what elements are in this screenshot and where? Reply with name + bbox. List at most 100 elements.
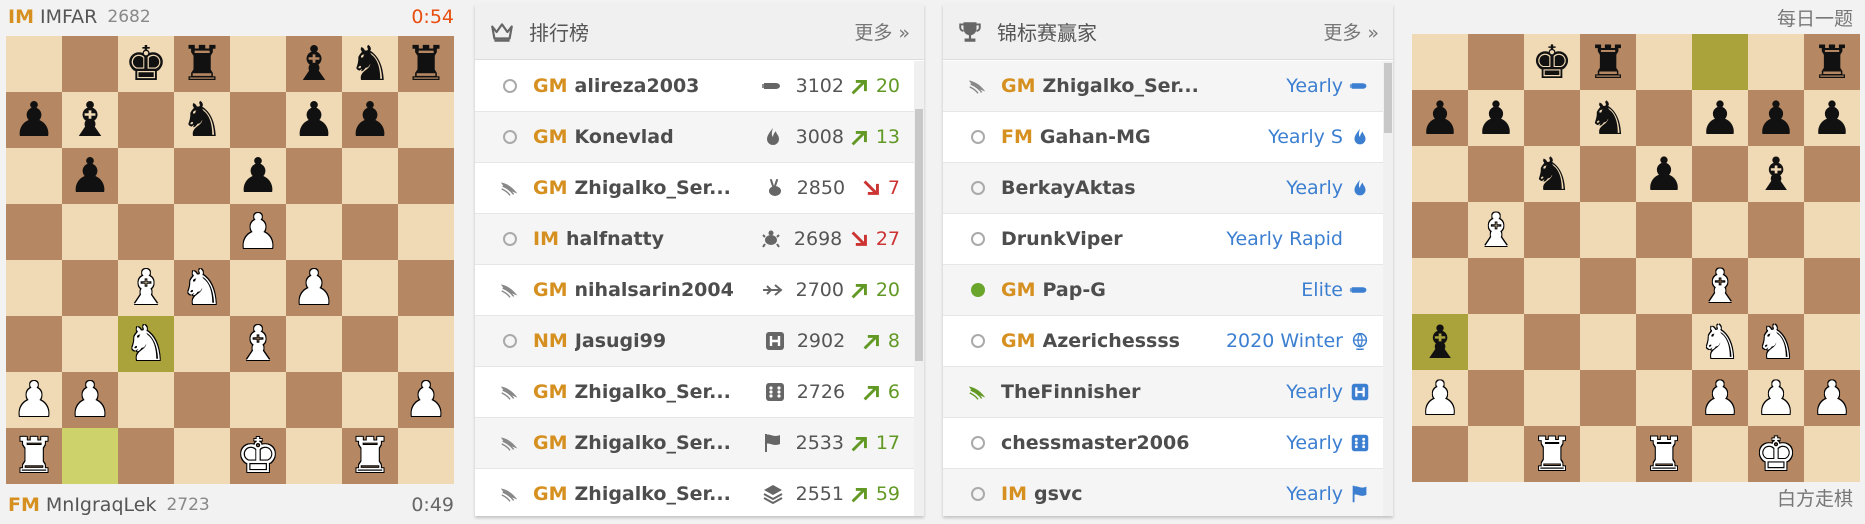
puzzle-board-square[interactable]: ♞ bbox=[1748, 314, 1804, 370]
leaderboard-more-link[interactable]: 更多 » bbox=[854, 18, 910, 45]
puzzle-board-square[interactable] bbox=[1412, 258, 1468, 314]
live-board-square[interactable]: ♟ bbox=[62, 372, 118, 428]
live-board-square[interactable]: ♞ bbox=[118, 316, 174, 372]
live-board-square[interactable]: ♟ bbox=[398, 372, 454, 428]
puzzle-board-square[interactable] bbox=[1636, 34, 1692, 90]
live-board-square[interactable]: ♞ bbox=[342, 36, 398, 92]
puzzle-board-square[interactable]: ♞ bbox=[1524, 146, 1580, 202]
live-board-square[interactable] bbox=[342, 148, 398, 204]
live-board-square[interactable] bbox=[398, 260, 454, 316]
black-knight-icon[interactable]: ♞ bbox=[348, 40, 391, 88]
live-board-square[interactable] bbox=[342, 316, 398, 372]
live-board-square[interactable] bbox=[398, 148, 454, 204]
leaderboard-row[interactable]: GM nihalsarin2004 2700 20 bbox=[475, 265, 914, 316]
puzzle-board-square[interactable] bbox=[1804, 314, 1860, 370]
white-pawn-icon[interactable]: ♟ bbox=[1755, 375, 1796, 421]
puzzle-board-square[interactable]: ♟ bbox=[1748, 90, 1804, 146]
white-king-icon[interactable]: ♚ bbox=[236, 432, 279, 480]
winner-row[interactable]: BerkayAktas Yearly bbox=[943, 163, 1383, 214]
live-board-square[interactable] bbox=[230, 92, 286, 148]
puzzle-board-square[interactable]: ♜ bbox=[1636, 426, 1692, 482]
black-pawn-icon[interactable]: ♟ bbox=[236, 152, 279, 200]
puzzle-board-square[interactable]: ♟ bbox=[1692, 370, 1748, 426]
live-board-square[interactable] bbox=[174, 372, 230, 428]
winner-row[interactable]: IM gsvc Yearly bbox=[943, 469, 1383, 516]
live-board-square[interactable] bbox=[62, 260, 118, 316]
white-bishop-icon[interactable]: ♝ bbox=[124, 264, 167, 312]
puzzle-board-square[interactable]: ♜ bbox=[1524, 426, 1580, 482]
black-king-icon[interactable]: ♚ bbox=[1531, 39, 1572, 85]
live-board-square[interactable]: ♟ bbox=[286, 92, 342, 148]
live-board-square[interactable] bbox=[174, 428, 230, 484]
live-board-square[interactable]: ♟ bbox=[6, 372, 62, 428]
puzzle-board-square[interactable] bbox=[1468, 426, 1524, 482]
black-rook-icon[interactable]: ♜ bbox=[180, 40, 223, 88]
puzzle-board-square[interactable] bbox=[1636, 314, 1692, 370]
live-board-square[interactable] bbox=[398, 428, 454, 484]
puzzle-board-square[interactable]: ♟ bbox=[1412, 90, 1468, 146]
live-board-square[interactable] bbox=[398, 316, 454, 372]
live-board-square[interactable] bbox=[62, 36, 118, 92]
live-board-square[interactable] bbox=[118, 372, 174, 428]
live-board-square[interactable]: ♝ bbox=[286, 36, 342, 92]
daily-puzzle[interactable]: 每日一题 ♚ ♜ ♜ ♟ ♟ ♞ ♟ ♟ ♟ ♞ ♟ ♝ ♝ ♝ ♝ ♞ ♞ ♟ ♟ ♟ ♟ ♜ ♜ ♚ 白方走棋 bbox=[1412, 0, 1865, 524]
black-king-icon[interactable]: ♚ bbox=[124, 40, 167, 88]
live-board-square[interactable] bbox=[118, 428, 174, 484]
puzzle-chessboard[interactable]: ♚ ♜ ♜ ♟ ♟ ♞ ♟ ♟ ♟ ♞ ♟ ♝ ♝ ♝ ♝ ♞ ♞ ♟ ♟ ♟ ♟ ♜ ♜ ♚ bbox=[1412, 34, 1860, 482]
player-name-link[interactable]: halfnatty bbox=[566, 228, 759, 250]
puzzle-board-square[interactable] bbox=[1468, 314, 1524, 370]
black-pawn-icon[interactable]: ♟ bbox=[12, 96, 55, 144]
winner-row[interactable]: FM Gahan-MG Yearly S bbox=[943, 112, 1383, 163]
player-name-link[interactable]: Zhigalko_Ser... bbox=[575, 177, 763, 199]
player-name-link[interactable]: TheFinnisher bbox=[1001, 381, 1141, 403]
leaderboard-scrollbar[interactable] bbox=[914, 61, 924, 516]
player-name-link[interactable]: Gahan-MG bbox=[1040, 126, 1151, 148]
live-board-square[interactable] bbox=[286, 148, 342, 204]
puzzle-board-square[interactable]: ♟ bbox=[1692, 90, 1748, 146]
leaderboard-row[interactable]: GM alireza2003 3102 20 bbox=[475, 61, 914, 112]
player-name-link[interactable]: gsvc bbox=[1034, 483, 1083, 505]
puzzle-board-square[interactable] bbox=[1636, 90, 1692, 146]
puzzle-board-square[interactable] bbox=[1580, 202, 1636, 258]
leaderboard-row[interactable]: GM Zhigalko_Ser... 2726 6 bbox=[475, 367, 914, 418]
black-bishop-icon[interactable]: ♝ bbox=[1755, 151, 1796, 197]
bottom-player-name[interactable]: MnIgraqLek bbox=[46, 494, 157, 516]
white-bishop-icon[interactable]: ♝ bbox=[1699, 263, 1740, 309]
black-bishop-icon[interactable]: ♝ bbox=[1419, 319, 1460, 365]
puzzle-board-square[interactable] bbox=[1580, 146, 1636, 202]
puzzle-board-square[interactable] bbox=[1524, 314, 1580, 370]
live-board-square[interactable] bbox=[118, 204, 174, 260]
scrollbar-thumb[interactable] bbox=[915, 109, 923, 361]
puzzle-board-square[interactable] bbox=[1804, 426, 1860, 482]
white-pawn-icon[interactable]: ♟ bbox=[1419, 375, 1460, 421]
puzzle-board-square[interactable] bbox=[1468, 146, 1524, 202]
puzzle-board-square[interactable]: ♟ bbox=[1804, 370, 1860, 426]
live-board-square[interactable] bbox=[62, 428, 118, 484]
live-board-square[interactable] bbox=[398, 92, 454, 148]
puzzle-board-square[interactable] bbox=[1636, 258, 1692, 314]
live-board-square[interactable] bbox=[342, 204, 398, 260]
white-knight-icon[interactable]: ♞ bbox=[124, 320, 167, 368]
puzzle-board-square[interactable] bbox=[1748, 34, 1804, 90]
winners-more-link[interactable]: 更多 » bbox=[1323, 18, 1379, 45]
live-board-square[interactable]: ♝ bbox=[62, 92, 118, 148]
live-board-square[interactable] bbox=[286, 372, 342, 428]
puzzle-board-square[interactable]: ♞ bbox=[1580, 90, 1636, 146]
puzzle-board-square[interactable]: ♟ bbox=[1804, 90, 1860, 146]
live-board-square[interactable] bbox=[6, 148, 62, 204]
puzzle-board-square[interactable]: ♝ bbox=[1692, 258, 1748, 314]
live-board-square[interactable] bbox=[6, 316, 62, 372]
white-pawn-icon[interactable]: ♟ bbox=[404, 376, 447, 424]
live-board-square[interactable] bbox=[174, 316, 230, 372]
puzzle-board-square[interactable] bbox=[1468, 34, 1524, 90]
puzzle-board-square[interactable]: ♝ bbox=[1748, 146, 1804, 202]
player-name-link[interactable]: chessmaster2006 bbox=[1001, 432, 1189, 454]
puzzle-board-square[interactable]: ♝ bbox=[1468, 202, 1524, 258]
puzzle-board-square[interactable]: ♟ bbox=[1636, 146, 1692, 202]
player-name-link[interactable]: alireza2003 bbox=[575, 75, 762, 97]
tournament-link[interactable]: Yearly Rapid bbox=[1226, 228, 1343, 250]
puzzle-board-square[interactable] bbox=[1636, 202, 1692, 258]
black-pawn-icon[interactable]: ♟ bbox=[1419, 95, 1460, 141]
puzzle-board-square[interactable]: ♚ bbox=[1748, 426, 1804, 482]
live-board-square[interactable] bbox=[174, 148, 230, 204]
